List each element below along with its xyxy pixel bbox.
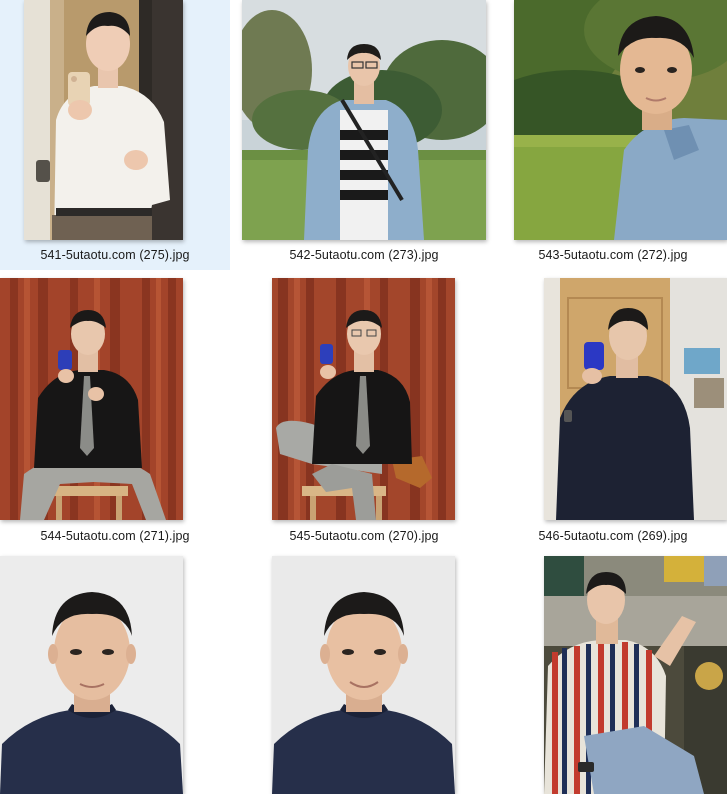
file-thumbnail-546[interactable]: 546-5utaotu.com (269).jpg (498, 278, 727, 548)
photo-thumbnail-outdoor-selfie (514, 0, 727, 240)
file-name-label: 541-5utaotu.com (275).jpg (40, 248, 190, 262)
file-name-label: 542-5utaotu.com (273).jpg (289, 248, 439, 262)
file-thumbnail-544[interactable]: 544-5utaotu.com (271).jpg (0, 278, 230, 548)
photo-thumbnail-portrait-navy-sweater-smile (272, 556, 455, 794)
file-thumbnail-547[interactable] (0, 556, 230, 794)
file-name-label: 543-5utaotu.com (272).jpg (538, 248, 688, 262)
photo-thumbnail-portrait-navy-sweater (0, 556, 183, 794)
photo-thumbnail-striped-shirt-sofa (544, 556, 727, 794)
photo-thumbnail-denim-jacket-park (242, 0, 486, 240)
file-thumbnail-543[interactable]: 543-5utaotu.com (272).jpg (498, 0, 727, 270)
photo-thumbnail-seated-curtain-tie (0, 278, 183, 520)
photo-thumbnail-mirror-selfie-doorway (544, 278, 727, 520)
file-thumbnail-548[interactable] (249, 556, 479, 794)
thumbnail-grid: 541-5utaotu.com (275).jpg 542-5utaotu.co… (0, 0, 727, 794)
photo-thumbnail-crossed-legs-curtain (272, 278, 455, 520)
photo-thumbnail-mirror-selfie-white-sweater (24, 0, 183, 240)
file-thumbnail-542[interactable]: 542-5utaotu.com (273).jpg (242, 0, 486, 270)
file-thumbnail-549[interactable] (498, 556, 727, 794)
file-thumbnail-541[interactable]: 541-5utaotu.com (275).jpg (0, 0, 230, 270)
file-name-label: 544-5utaotu.com (271).jpg (40, 529, 190, 543)
file-name-label: 545-5utaotu.com (270).jpg (289, 529, 439, 543)
file-thumbnail-545[interactable]: 545-5utaotu.com (270).jpg (249, 278, 479, 548)
file-name-label: 546-5utaotu.com (269).jpg (538, 529, 688, 543)
